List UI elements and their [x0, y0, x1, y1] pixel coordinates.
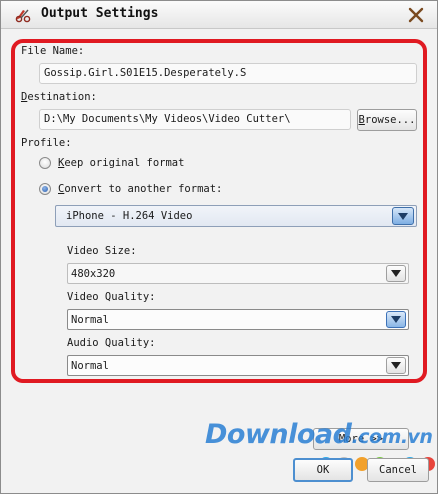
- video-size-value: 480x320: [71, 268, 116, 280]
- video-size-label: Video Size:: [67, 245, 137, 257]
- convert-format-radio[interactable]: [39, 183, 51, 195]
- close-x-icon: [408, 7, 424, 23]
- destination-label: Destination:: [21, 91, 97, 103]
- audio-quality-select[interactable]: Normal: [67, 355, 409, 376]
- convert-format-label[interactable]: Convert to another format:: [58, 183, 222, 195]
- file-name-label: File Name:: [21, 45, 85, 57]
- keep-original-radio[interactable]: [39, 157, 51, 169]
- chevron-down-icon[interactable]: [386, 265, 406, 282]
- keep-original-label[interactable]: Keep original format: [58, 157, 184, 169]
- ok-button[interactable]: OK: [293, 458, 353, 482]
- video-cutter-app-icon: [15, 9, 31, 23]
- destination-input[interactable]: D:\My Documents\My Videos\Video Cutter\: [39, 109, 351, 130]
- audio-quality-label: Audio Quality:: [67, 337, 156, 349]
- chevron-down-icon[interactable]: [386, 357, 406, 374]
- dialog-title: Output Settings: [41, 6, 159, 21]
- format-profile-value: iPhone - H.264 Video: [66, 210, 193, 222]
- video-quality-select[interactable]: Normal: [67, 309, 409, 330]
- chevron-down-icon[interactable]: [392, 207, 414, 225]
- video-quality-value: Normal: [71, 314, 109, 326]
- format-profile-select[interactable]: iPhone - H.264 Video: [55, 205, 417, 227]
- profile-label: Profile:: [21, 137, 72, 149]
- cancel-button[interactable]: Cancel: [367, 458, 429, 482]
- title-bar: Output Settings: [1, 1, 437, 29]
- browse-button[interactable]: Browse...: [357, 109, 417, 131]
- file-name-input[interactable]: Gossip.Girl.S01E15.Desperately.S: [39, 63, 417, 84]
- video-quality-label: Video Quality:: [67, 291, 156, 303]
- download-watermark: Download.com.vn: [205, 419, 433, 450]
- video-size-select[interactable]: 480x320: [67, 263, 409, 284]
- output-settings-dialog: Output Settings File Name: Gossip.Girl.S…: [0, 0, 438, 494]
- chevron-down-icon[interactable]: [386, 311, 406, 328]
- audio-quality-value: Normal: [71, 360, 109, 372]
- close-button[interactable]: [403, 4, 429, 26]
